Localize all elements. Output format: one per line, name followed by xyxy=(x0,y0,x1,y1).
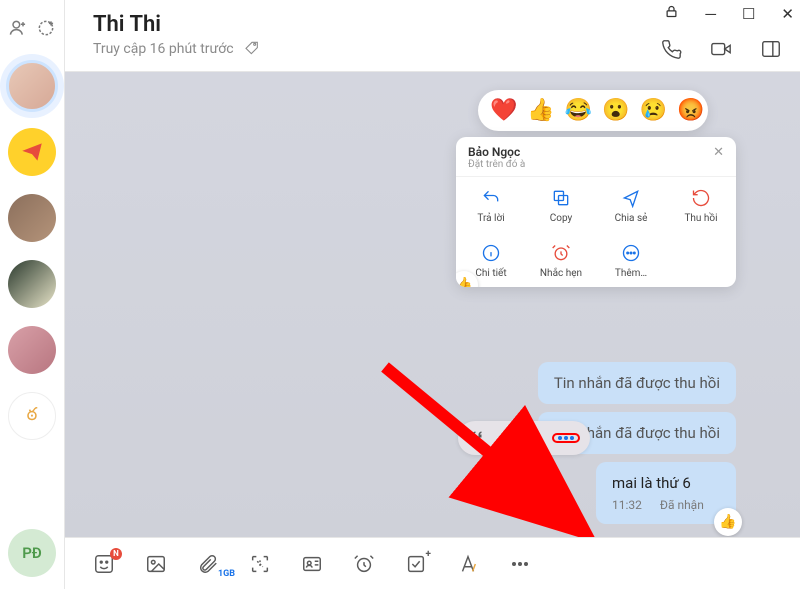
menu-reminder[interactable]: Nhắc hẹn xyxy=(526,232,596,287)
video-call-button[interactable] xyxy=(710,38,732,64)
chat-header: Thi Thi Truy cập 16 phút trước xyxy=(65,0,800,72)
contact-avatar-3[interactable] xyxy=(8,194,56,242)
task-button[interactable]: + xyxy=(403,551,429,577)
menu-share[interactable]: Chia sẻ xyxy=(596,177,666,232)
attach-file-button[interactable]: 1GB xyxy=(195,551,221,577)
sticker-button[interactable]: N xyxy=(91,551,117,577)
thumb-react-icon[interactable]: 👍 xyxy=(714,508,742,536)
reaction-wow-icon[interactable]: 😮 xyxy=(602,98,629,123)
reminder-button[interactable] xyxy=(351,551,377,577)
menu-more[interactable]: Thêm… xyxy=(596,232,666,287)
context-menu: Bảo Ngọc Đặt trên đó à ✕ Trả lời Copy Ch… xyxy=(456,137,736,287)
more-actions-button[interactable] xyxy=(552,433,580,443)
add-contact-icon[interactable] xyxy=(8,18,28,42)
contact-card-button[interactable] xyxy=(299,551,325,577)
message-context-popup: ❤️ 👍 😂 😮 😢 😡 Bảo Ngọc Đặt trên đó à ✕ Tr… xyxy=(456,90,736,287)
reaction-laugh-icon[interactable]: 😂 xyxy=(565,98,592,123)
contact-avatar-6[interactable]: ఠ xyxy=(8,392,56,440)
reaction-thumbs-up-icon[interactable]: 👍 xyxy=(527,98,554,123)
reaction-heart-icon[interactable]: ❤️ xyxy=(490,98,517,123)
quote-icon[interactable] xyxy=(468,427,486,449)
chat-area: ❤️ 👍 😂 😮 😢 😡 Bảo Ngọc Đặt trên đó à ✕ Tr… xyxy=(65,72,800,537)
quoted-sender: Bảo Ngọc xyxy=(468,145,525,159)
my-avatar[interactable]: PĐ xyxy=(8,529,56,577)
forward-icon[interactable] xyxy=(496,427,514,449)
reaction-cry-icon[interactable]: 😢 xyxy=(640,98,667,123)
file-size-label: 1GB xyxy=(218,569,235,579)
screenshot-button[interactable] xyxy=(247,551,273,577)
create-group-icon[interactable] xyxy=(36,18,56,42)
format-text-button[interactable] xyxy=(455,551,481,577)
sidebar: ఠ PĐ xyxy=(0,0,65,589)
recall-icon xyxy=(690,187,712,209)
message-bubble[interactable]: mai là thứ 6 11:32 Đã nhận 👍 xyxy=(596,462,736,524)
reaction-picker[interactable]: ❤️ 👍 😂 😮 😢 😡 xyxy=(478,90,708,131)
message-text: mai là thứ 6 xyxy=(612,474,720,492)
menu-reply[interactable]: Trả lời xyxy=(456,177,526,232)
message-time: 11:32 xyxy=(612,498,642,512)
contact-avatar-4[interactable] xyxy=(8,260,56,308)
tag-icon[interactable] xyxy=(244,39,260,59)
contact-status: Truy cập 16 phút trước xyxy=(93,41,234,57)
image-button[interactable] xyxy=(143,551,169,577)
pin-icon[interactable] xyxy=(524,427,542,449)
menu-recall[interactable]: Thu hồi xyxy=(666,177,736,232)
more-tools-button[interactable] xyxy=(507,551,533,577)
contact-avatar-1[interactable] xyxy=(8,62,56,110)
menu-copy[interactable]: Copy xyxy=(526,177,596,232)
plus-icon: + xyxy=(426,549,431,560)
message-status: Đã nhận xyxy=(660,498,704,512)
call-button[interactable] xyxy=(660,38,682,64)
panel-toggle-button[interactable] xyxy=(760,38,782,64)
share-icon xyxy=(620,187,642,209)
message-recalled[interactable]: Tin nhắn đã được thu hồi xyxy=(538,362,736,404)
reaction-angry-icon[interactable]: 😡 xyxy=(677,98,704,123)
contact-name: Thi Thi xyxy=(93,12,782,37)
quoted-text: Đặt trên đó à xyxy=(468,159,525,170)
more-icon xyxy=(620,242,642,264)
info-icon xyxy=(480,242,502,264)
message-actions-pill xyxy=(458,421,590,455)
close-icon[interactable]: ✕ xyxy=(713,145,724,160)
compose-toolbar: N 1GB + xyxy=(65,537,800,589)
reply-icon xyxy=(480,187,502,209)
notification-badge-icon: N xyxy=(110,548,122,560)
contact-avatar-5[interactable] xyxy=(8,326,56,374)
contact-avatar-2[interactable] xyxy=(8,128,56,176)
copy-icon xyxy=(550,187,572,209)
alarm-icon xyxy=(550,242,572,264)
